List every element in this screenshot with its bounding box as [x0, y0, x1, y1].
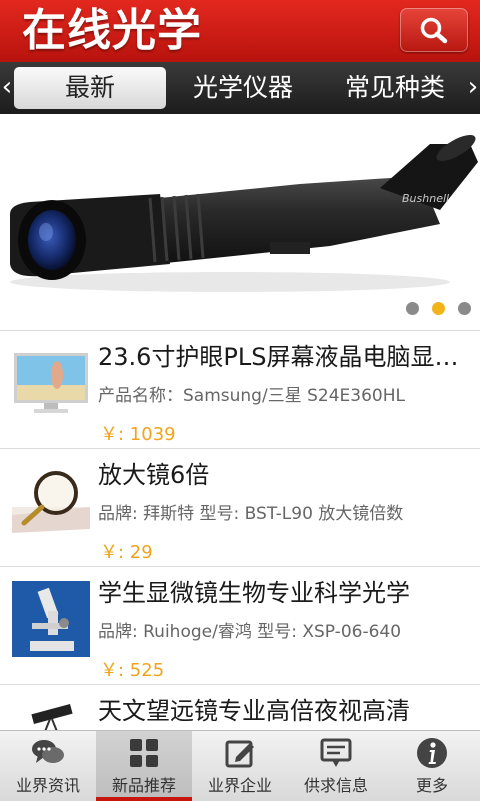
- tab-scroll-left-icon[interactable]: ‹: [0, 62, 14, 114]
- tab-scroll-right-icon[interactable]: ›: [466, 62, 480, 114]
- product-title: 23.6寸护眼PLS屏幕液晶电脑显示器: [98, 343, 472, 371]
- info-icon: [417, 738, 447, 768]
- product-title: 放大镜6倍: [98, 461, 210, 489]
- nav-industry-news[interactable]: 业界资讯: [0, 731, 96, 801]
- nav-label: 业界资讯: [15, 776, 80, 795]
- pager-dot-2[interactable]: [432, 302, 445, 315]
- grid-icon: [130, 739, 158, 767]
- product-description: 品牌: Ruihoge/睿鸿 型号: XSP-06-640: [98, 622, 402, 642]
- message-icon: [320, 738, 352, 767]
- category-tabbar: ‹ 最新 光学仪器 常见种类 ›: [0, 62, 480, 114]
- pager-dot-1[interactable]: [406, 302, 419, 315]
- product-item-magnifier[interactable]: 放大镜6倍 品牌: 拜斯特 型号: BST-L90 放大镜倍数 ￥: 29: [0, 448, 480, 567]
- nav-supply-demand[interactable]: 供求信息: [288, 731, 384, 801]
- bottom-navigation: 业界资讯 新品推荐 业界企业 供求信息 更多: [0, 730, 480, 801]
- product-title: 天文望远镜专业高倍夜视高清: [98, 697, 410, 725]
- nav-label: 供求信息: [303, 776, 368, 795]
- magnifier-thumbnail: [12, 471, 90, 533]
- tab-common-types[interactable]: 常见种类: [324, 67, 466, 109]
- nav-label: 新品推荐: [111, 776, 176, 795]
- nav-new-products[interactable]: 新品推荐: [96, 731, 192, 801]
- spotting-scope-image: [10, 135, 478, 292]
- chat-bubbles-icon: [32, 740, 64, 763]
- product-price: ￥: 29: [100, 542, 153, 563]
- product-price: ￥: 525: [100, 660, 165, 681]
- edit-icon: [225, 740, 254, 768]
- app-header: 在线光学: [0, 0, 480, 62]
- product-price: ￥: 1039: [100, 424, 176, 445]
- nav-industry-companies[interactable]: 业界企业: [192, 731, 288, 801]
- nav-label: 业界企业: [207, 776, 272, 795]
- banner-carousel[interactable]: Bushnell: [0, 114, 480, 328]
- product-item-microscope[interactable]: 学生显微镜生物专业科学光学 品牌: Ruihoge/睿鸿 型号: XSP-06-…: [0, 566, 480, 685]
- monitor-thumbnail: [14, 353, 88, 413]
- product-description: 产品名称：Samsung/三星 S24E360HL: [98, 386, 405, 406]
- tab-optical-instruments[interactable]: 光学仪器: [172, 67, 314, 109]
- search-icon: [420, 17, 448, 44]
- search-button[interactable]: [400, 8, 468, 52]
- nav-label: 更多: [415, 776, 448, 795]
- product-item-monitor[interactable]: 23.6寸护眼PLS屏幕液晶电脑显示器 产品名称：Samsung/三星 S24E…: [0, 330, 480, 449]
- product-title: 学生显微镜生物专业科学光学: [98, 579, 410, 607]
- app-title: 在线光学: [22, 5, 202, 56]
- brand-text: Bushnell: [402, 192, 450, 205]
- nav-more[interactable]: 更多: [384, 731, 480, 801]
- pager-dot-3[interactable]: [458, 302, 471, 315]
- product-description: 品牌: 拜斯特 型号: BST-L90 放大镜倍数: [98, 504, 404, 524]
- microscope-thumbnail: [12, 581, 90, 657]
- tab-latest[interactable]: 最新: [14, 67, 166, 109]
